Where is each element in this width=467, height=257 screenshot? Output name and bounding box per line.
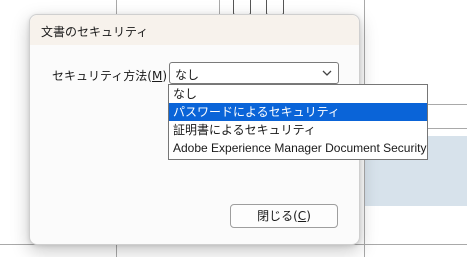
security-method-select[interactable]: なし	[169, 62, 339, 84]
dialog-title: 文書のセキュリティ	[41, 25, 149, 39]
security-method-dropdown: なし パスワードによるセキュリティ 証明書によるセキュリティ Adobe Exp…	[168, 84, 428, 160]
dropdown-option-password[interactable]: パスワードによるセキュリティ	[169, 103, 427, 121]
dropdown-option-none[interactable]: なし	[169, 85, 427, 103]
security-method-value: なし	[175, 68, 200, 82]
page-icon[interactable]	[266, 0, 284, 15]
dropdown-option-aem[interactable]: Adobe Experience Manager Document Securi…	[169, 139, 427, 157]
dropdown-option-certificate[interactable]: 証明書によるセキュリティ	[169, 121, 427, 139]
close-button[interactable]: 閉じる(C)	[230, 204, 338, 228]
title-bar[interactable]: 文書のセキュリティ	[30, 15, 359, 45]
bg-divider	[219, 0, 220, 14]
security-method-label: セキュリティ方法(M)：	[52, 69, 179, 83]
document-icon[interactable]	[233, 0, 251, 15]
chevron-down-icon[interactable]	[321, 68, 333, 78]
